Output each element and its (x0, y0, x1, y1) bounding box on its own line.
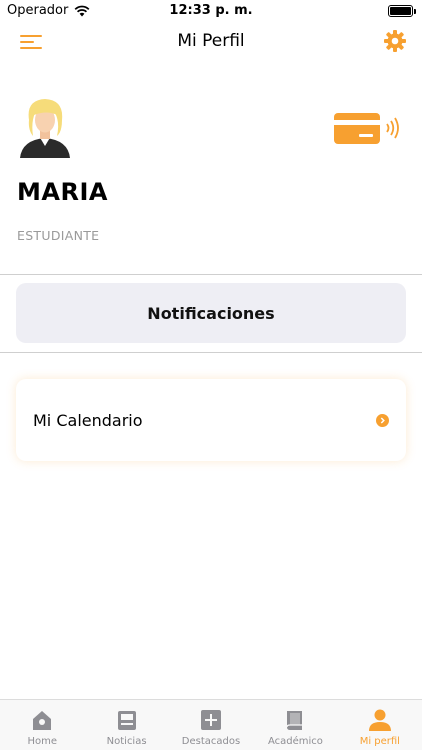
status-bar: Operador 12:33 p. m. (0, 0, 422, 22)
battery-icon (388, 5, 416, 17)
gear-icon[interactable] (383, 29, 407, 53)
plus-icon (199, 708, 223, 732)
tab-mi-perfil[interactable]: Mi perfil (338, 700, 422, 750)
home-icon (30, 708, 54, 732)
tab-label: Académico (267, 736, 323, 747)
user-role: ESTUDIANTE (17, 228, 100, 243)
notifications-button[interactable]: Notificaciones (16, 283, 406, 343)
tab-label: Destacados (181, 736, 241, 747)
user-name: MARIA (17, 178, 108, 206)
tab-home[interactable]: Home (0, 700, 84, 750)
divider (0, 274, 422, 275)
person-icon (368, 708, 392, 732)
page-title: Mi Perfil (177, 31, 245, 51)
tab-bar: Home Noticias Destacados Académico Mi pe… (0, 699, 422, 750)
notifications-label: Notificaciones (147, 303, 275, 323)
news-icon (115, 708, 139, 732)
nav-bar: Mi Perfil (0, 22, 422, 62)
calendar-label: Mi Calendario (33, 410, 143, 430)
tab-destacados[interactable]: Destacados (169, 700, 253, 750)
tab-noticias[interactable]: Noticias (84, 700, 168, 750)
tab-label: Home (27, 736, 57, 747)
status-time: 12:33 p. m. (169, 3, 253, 18)
tab-label: Noticias (106, 736, 147, 747)
divider (0, 352, 422, 353)
tab-academico[interactable]: Académico (253, 700, 337, 750)
book-icon (283, 708, 307, 732)
calendar-card[interactable]: Mi Calendario (16, 379, 406, 461)
avatar (17, 96, 73, 158)
chevron-right-icon (376, 413, 389, 427)
tab-label: Mi perfil (359, 736, 400, 747)
contactless-card-icon[interactable] (333, 112, 408, 146)
